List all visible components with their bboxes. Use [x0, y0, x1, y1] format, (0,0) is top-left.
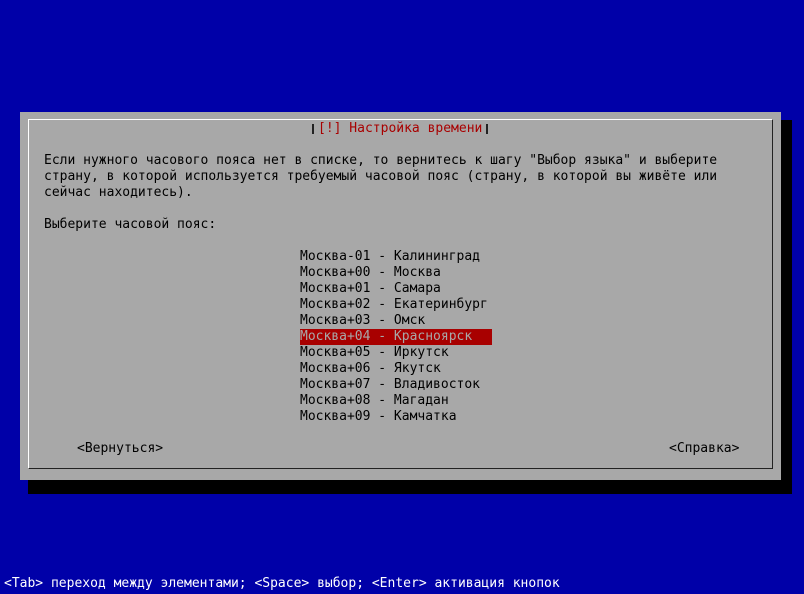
status-bar: <Tab> переход между элементами; <Space> … — [4, 576, 560, 591]
dialog-prompt: Выберите часовой пояс: — [44, 217, 217, 232]
dialog-title: [!] Настройка времени — [312, 121, 489, 137]
back-button[interactable]: <Вернуться> — [77, 441, 163, 457]
timezone-item-irkutsk[interactable]: Москва+05 - Иркутск — [300, 345, 492, 361]
timezone-item-omsk[interactable]: Москва+03 - Омск — [300, 313, 492, 329]
timezone-item-yakutsk[interactable]: Москва+06 - Якутск — [300, 361, 492, 377]
timezone-item-krasnoyarsk[interactable]: Москва+04 - Красноярск — [300, 329, 492, 345]
dialog-shadow-bottom — [28, 480, 792, 494]
timezone-item-samara[interactable]: Москва+01 - Самара — [300, 281, 492, 297]
dialog-shadow-right — [781, 120, 792, 494]
timezone-item-kaliningrad[interactable]: Москва-01 - Калининград — [300, 249, 492, 265]
timezone-item-vladivostok[interactable]: Москва+07 - Владивосток — [300, 377, 492, 393]
timezone-dialog: [!] Настройка времени Если нужного часов… — [20, 112, 781, 480]
timezone-item-kamchatka[interactable]: Москва+09 - Камчатка — [300, 409, 492, 425]
timezone-item-yekaterinburg[interactable]: Москва+02 - Екатеринбург — [300, 297, 492, 313]
help-button[interactable]: <Справка> — [669, 441, 739, 457]
dialog-intro-text: Если нужного часового пояса нет в списке… — [44, 153, 718, 200]
dialog-frame: [!] Настройка времени Если нужного часов… — [28, 119, 773, 469]
timezone-item-magadan[interactable]: Москва+08 - Магадан — [300, 393, 492, 409]
timezone-list[interactable]: Москва-01 - Калининград Москва+00 - Моск… — [300, 249, 492, 425]
timezone-item-moscow[interactable]: Москва+00 - Москва — [300, 265, 492, 281]
